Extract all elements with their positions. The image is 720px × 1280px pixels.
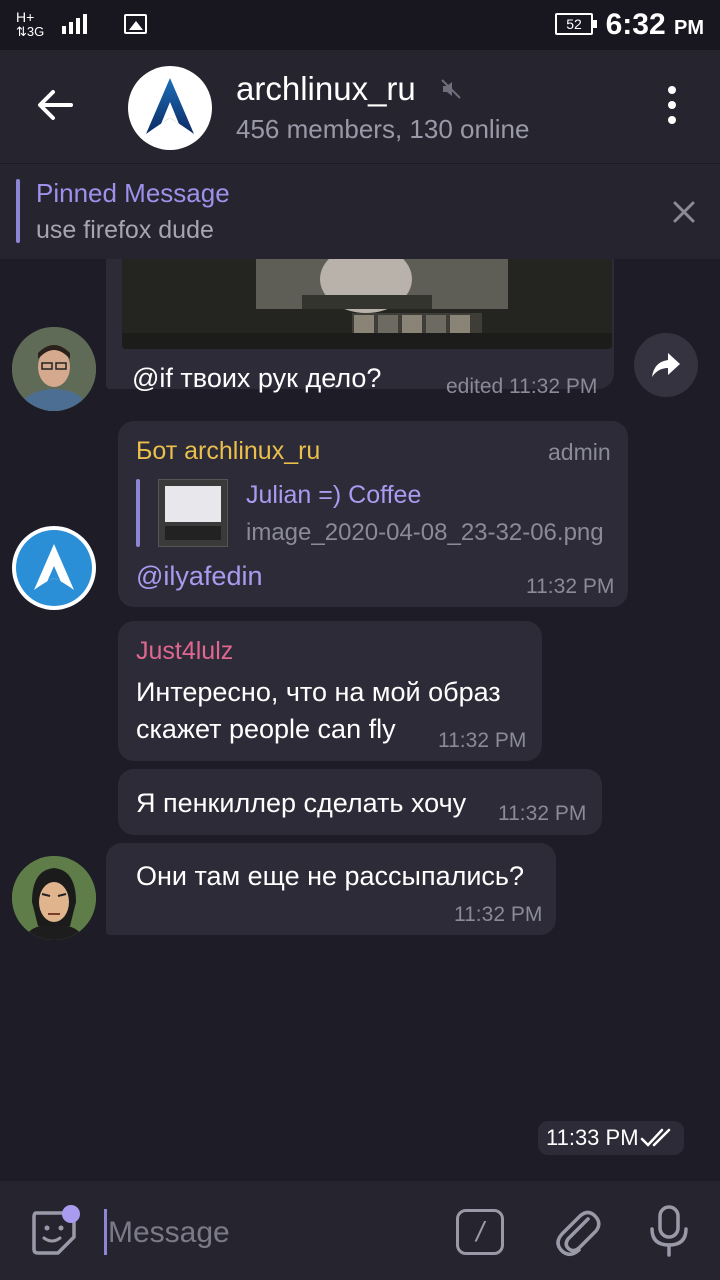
pinned-text: use firefox dude — [36, 216, 214, 244]
message-sender[interactable]: Just4lulz — [136, 637, 233, 666]
message-sender[interactable]: Бот archlinux_ru — [136, 437, 320, 466]
clock-time: 6:32 — [605, 8, 666, 41]
message-text: @if твоих рук дело? — [132, 363, 382, 393]
message-time: 11:32 PM — [498, 802, 587, 825]
network-type: H+ — [16, 9, 35, 25]
voice-message-button[interactable] — [644, 1203, 694, 1259]
sticker-notification-dot — [62, 1205, 80, 1223]
message-time: 11:32 PM — [454, 903, 543, 926]
more-dot-icon — [668, 101, 676, 109]
pinned-accent-line — [16, 179, 20, 243]
more-dot-icon — [668, 86, 676, 94]
mention-link[interactable]: @ilyafedin — [136, 561, 262, 592]
avatar[interactable] — [12, 327, 96, 411]
reply-filename: image_2020-04-08_23-32-06.png — [246, 519, 604, 546]
share-button[interactable] — [634, 333, 698, 397]
attach-button[interactable] — [552, 1205, 602, 1259]
back-arrow-icon — [38, 90, 73, 120]
pinned-message-bar[interactable]: Pinned Message use firefox dude — [0, 163, 720, 259]
close-icon — [673, 201, 695, 223]
user-photo-icon — [12, 327, 96, 411]
double-check-icon — [640, 1127, 676, 1154]
status-bar: H+ ⇅3G 52 6:32 PM — [0, 0, 720, 50]
network-type-3g: 3G — [26, 24, 45, 39]
message-time: edited 11:32 PM — [446, 375, 598, 398]
message-text: скажет people can fly — [136, 714, 396, 744]
signal-icon — [62, 12, 87, 34]
more-menu-button[interactable] — [652, 80, 692, 130]
chat-title[interactable]: archlinux_ru — [236, 70, 416, 108]
muted-icon — [440, 78, 462, 105]
avatar[interactable] — [12, 526, 96, 610]
message-time: 11:32 PM — [438, 729, 527, 752]
text-cursor — [104, 1209, 107, 1255]
bot-commands-button[interactable]: / — [456, 1209, 504, 1255]
photo-preview — [122, 259, 612, 349]
user-cartoon-avatar-icon — [12, 856, 96, 940]
reply-title[interactable]: Julian =) Coffee — [246, 481, 421, 510]
network-indicator: H+ ⇅3G — [16, 9, 45, 39]
share-arrow-icon — [652, 353, 680, 377]
arch-bot-avatar-icon — [16, 530, 92, 606]
message-photo[interactable] — [122, 259, 612, 349]
gallery-notification-icon — [124, 14, 147, 34]
message-time: 11:32 PM — [526, 575, 615, 598]
chat-avatar[interactable] — [128, 66, 212, 150]
microphone-icon — [650, 1205, 688, 1257]
arch-logo-icon — [146, 78, 194, 134]
admin-badge: admin — [548, 439, 611, 465]
pinned-title: Pinned Message — [36, 178, 230, 208]
clock: 6:32 PM — [606, 8, 704, 42]
paperclip-icon — [556, 1210, 601, 1256]
more-dot-icon — [668, 116, 676, 124]
reply-accent-line — [136, 479, 140, 547]
avatar[interactable] — [12, 856, 96, 940]
own-message-time: 11:33 PM — [546, 1125, 639, 1150]
message-input[interactable] — [108, 1211, 428, 1255]
chat-members-count: 456 members, 130 online — [236, 114, 530, 144]
message-list[interactable]: @if твоих рук дело? edited 11:32 PM Бот … — [0, 259, 720, 1181]
message-text: Я пенкиллер сделать хочу — [136, 788, 467, 818]
reply-thumbnail[interactable] — [158, 479, 228, 547]
message-text: Интересно, что на мой образ — [136, 677, 501, 707]
message-composer: / — [0, 1181, 720, 1280]
back-button[interactable] — [30, 80, 80, 130]
close-pinned-button[interactable] — [664, 192, 704, 232]
battery-level: 52 — [566, 16, 582, 32]
clock-ampm: PM — [674, 17, 704, 39]
battery-icon: 52 — [555, 13, 597, 35]
chat-header: archlinux_ru 456 members, 130 online — [0, 50, 720, 163]
message-text: Они там еще не рассыпались? — [136, 861, 525, 891]
